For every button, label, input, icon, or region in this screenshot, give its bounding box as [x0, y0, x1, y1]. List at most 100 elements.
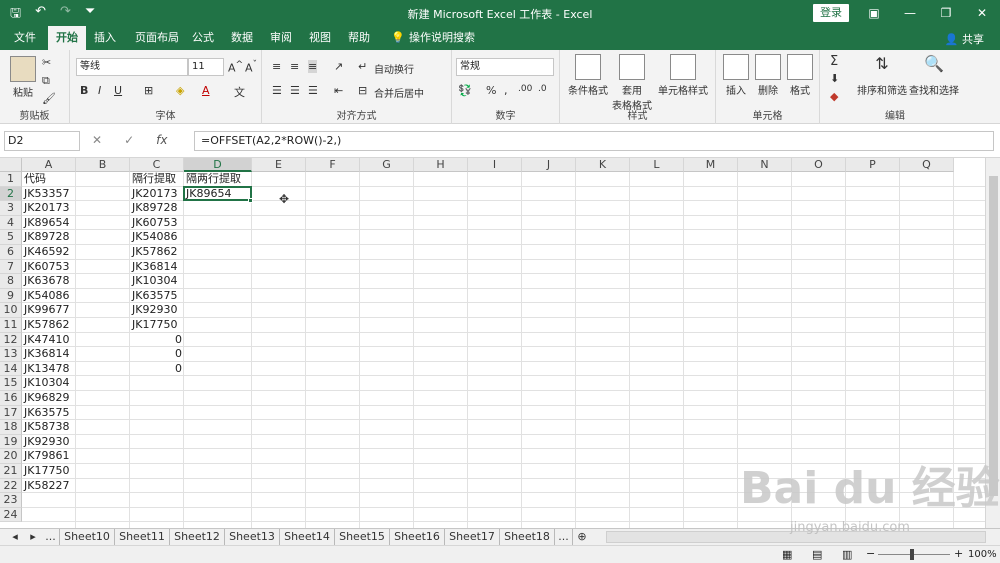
- align-left-icon[interactable]: ☰: [272, 84, 282, 97]
- vertical-scroll-thumb[interactable]: [989, 176, 998, 496]
- cell[interactable]: JK57862: [22, 318, 76, 333]
- format-cells-button[interactable]: 格式: [784, 54, 816, 97]
- cell[interactable]: JK57862: [130, 245, 184, 260]
- sheet-tab-sheet15[interactable]: Sheet15: [335, 529, 390, 546]
- sheet-tab-sheet12[interactable]: Sheet12: [170, 529, 225, 546]
- phonetic-icon[interactable]: 文: [234, 84, 245, 100]
- cell[interactable]: JK58738: [22, 420, 76, 435]
- column-header-i[interactable]: I: [468, 158, 522, 172]
- align-right-icon[interactable]: ☰: [308, 84, 318, 97]
- zoom-slider[interactable]: [878, 554, 950, 555]
- tab-help[interactable]: 帮助: [340, 26, 378, 50]
- decrease-font-icon[interactable]: Aˇ: [245, 59, 257, 75]
- tab-review[interactable]: 审阅: [262, 26, 300, 50]
- cell[interactable]: JK79861: [22, 449, 76, 464]
- column-header-e[interactable]: E: [252, 158, 306, 172]
- cell[interactable]: JK89654: [22, 216, 76, 231]
- column-header-m[interactable]: M: [684, 158, 738, 172]
- row-header-3[interactable]: 3: [0, 201, 22, 216]
- wrap-text-icon[interactable]: ↵: [358, 60, 367, 73]
- row-header-8[interactable]: 8: [0, 274, 22, 289]
- sheet-tab-sheet13[interactable]: Sheet13: [225, 529, 280, 546]
- cell[interactable]: JK92930: [22, 435, 76, 450]
- tab-data[interactable]: 数据: [223, 26, 261, 50]
- cell[interactable]: JK54086: [22, 289, 76, 304]
- row-header-16[interactable]: 16: [0, 391, 22, 406]
- increase-decimal-icon[interactable]: .00: [518, 84, 532, 94]
- cell[interactable]: JK60753: [22, 260, 76, 275]
- copy-icon[interactable]: ⧉: [42, 74, 50, 88]
- column-header-l[interactable]: L: [630, 158, 684, 172]
- column-header-h[interactable]: H: [414, 158, 468, 172]
- currency-icon[interactable]: 💱: [458, 84, 472, 97]
- page-break-view-icon[interactable]: ▥: [842, 548, 852, 561]
- align-middle-icon[interactable]: ≡: [290, 60, 299, 73]
- cell[interactable]: 0: [130, 347, 184, 362]
- cell[interactable]: JK89728: [130, 201, 184, 216]
- cell-styles-button[interactable]: 单元格样式: [656, 54, 710, 97]
- insert-cells-button[interactable]: 插入: [720, 54, 752, 97]
- merge-icon[interactable]: ⊟: [358, 84, 367, 97]
- add-sheet-icon[interactable]: ⊕: [573, 529, 591, 546]
- cell[interactable]: JK99677: [22, 303, 76, 318]
- row-header-11[interactable]: 11: [0, 318, 22, 333]
- fill-icon[interactable]: ⬇: [830, 72, 839, 85]
- column-header-c[interactable]: C: [130, 158, 184, 172]
- tab-home[interactable]: 开始: [48, 26, 86, 50]
- cell[interactable]: JK63575: [22, 406, 76, 421]
- number-format-select[interactable]: 常规: [456, 58, 554, 76]
- prev-sheet-icon[interactable]: ◂: [4, 529, 26, 546]
- cancel-icon[interactable]: ✕: [92, 133, 102, 147]
- column-header-f[interactable]: F: [306, 158, 360, 172]
- cell[interactable]: 隔两行提取: [184, 172, 252, 187]
- cell[interactable]: JK13478: [22, 362, 76, 377]
- cell[interactable]: JK58227: [22, 479, 76, 494]
- row-header-10[interactable]: 10: [0, 303, 22, 318]
- page-layout-view-icon[interactable]: ▤: [812, 548, 822, 561]
- sheet-tab-sheet14[interactable]: Sheet14: [280, 529, 335, 546]
- row-header-22[interactable]: 22: [0, 478, 22, 494]
- cell[interactable]: JK63575: [130, 289, 184, 304]
- sheet-tab-sheet18[interactable]: Sheet18: [500, 529, 555, 546]
- cell[interactable]: JK47410: [22, 333, 76, 348]
- share-button[interactable]: 👤 共享: [945, 31, 984, 47]
- column-header-q[interactable]: Q: [900, 158, 954, 172]
- sheet-tab-sheet10[interactable]: Sheet10: [60, 529, 115, 546]
- comma-icon[interactable]: ,: [504, 84, 508, 97]
- cell[interactable]: JK46592: [22, 245, 76, 260]
- tab-insert[interactable]: 插入: [86, 26, 124, 50]
- row-header-23[interactable]: 23: [0, 493, 22, 508]
- cell[interactable]: JK17750: [22, 464, 76, 479]
- format-painter-icon[interactable]: 🖌: [42, 92, 56, 105]
- column-header-n[interactable]: N: [738, 158, 792, 172]
- row-header-4[interactable]: 4: [0, 215, 22, 231]
- column-header-g[interactable]: G: [360, 158, 414, 172]
- italic-icon[interactable]: I: [98, 84, 101, 97]
- align-bottom-icon[interactable]: ≡: [308, 60, 318, 73]
- row-header-13[interactable]: 13: [0, 347, 22, 362]
- column-header-a[interactable]: A: [22, 158, 76, 172]
- cell[interactable]: 0: [130, 362, 184, 377]
- minimize-icon[interactable]: —: [892, 0, 928, 26]
- tell-me-search[interactable]: 操作说明搜索: [401, 26, 483, 50]
- login-button[interactable]: 登录: [813, 4, 849, 22]
- fill-handle[interactable]: [248, 198, 253, 204]
- conditional-format-button[interactable]: 条件格式: [566, 54, 610, 97]
- selected-cell-d2[interactable]: [183, 185, 252, 202]
- cell[interactable]: JK36814: [130, 260, 184, 275]
- format-as-table-button[interactable]: 套用 表格格式: [610, 54, 654, 112]
- cut-icon[interactable]: ✂: [42, 56, 51, 69]
- cell[interactable]: JK54086: [130, 230, 184, 245]
- paste-button[interactable]: 粘贴: [6, 56, 40, 99]
- row-header-1[interactable]: 1: [0, 172, 22, 187]
- zoom-in-icon[interactable]: +: [954, 547, 963, 560]
- cell[interactable]: JK92930: [130, 303, 184, 318]
- cell[interactable]: JK36814: [22, 347, 76, 362]
- cell[interactable]: 代码: [22, 172, 76, 187]
- column-header-d[interactable]: D: [184, 158, 252, 172]
- row-header-5[interactable]: 5: [0, 230, 22, 245]
- row-header-12[interactable]: 12: [0, 332, 22, 348]
- select-all-corner[interactable]: [0, 158, 22, 172]
- column-header-o[interactable]: O: [792, 158, 846, 172]
- zoom-level[interactable]: 100%: [968, 549, 997, 560]
